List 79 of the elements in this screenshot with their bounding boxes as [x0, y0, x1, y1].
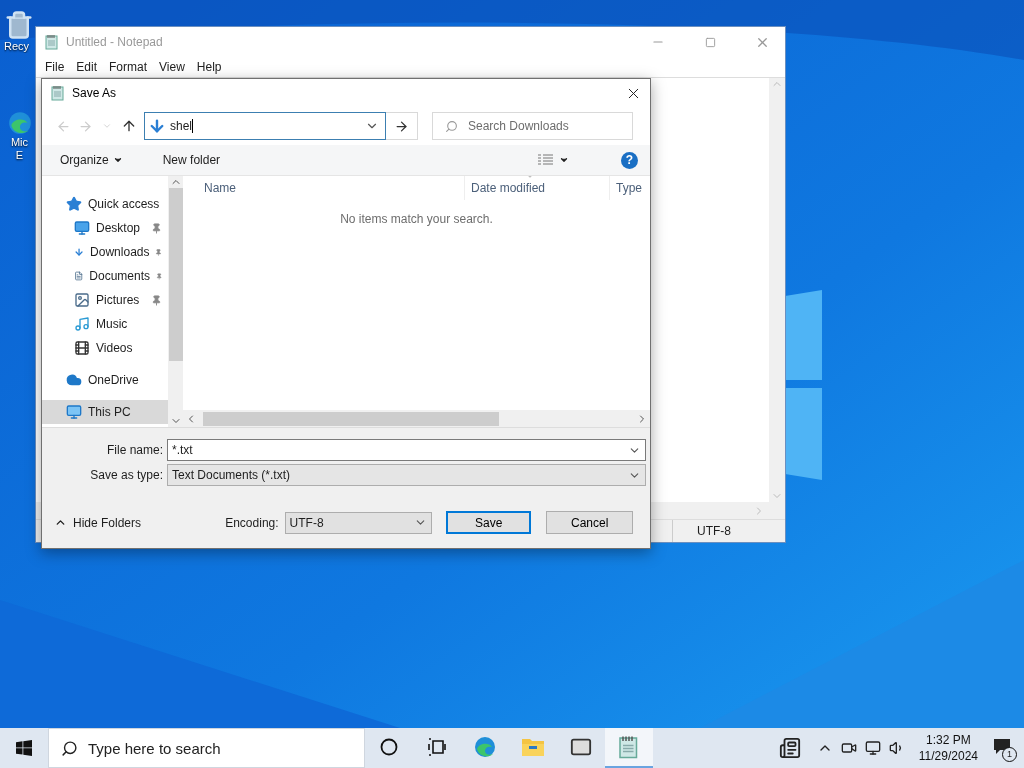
nav-item[interactable]: Pictures	[42, 288, 169, 312]
status-encoding: UTF-8	[672, 520, 785, 542]
download-icon	[148, 117, 166, 135]
encoding-label: Encoding:	[225, 515, 279, 530]
film-icon	[74, 340, 90, 356]
desktop-icon-label: E	[15, 149, 24, 162]
dialog-button[interactable]: Cancel	[546, 511, 633, 534]
column-header[interactable]: Name	[183, 176, 465, 200]
list-view-icon	[537, 154, 555, 166]
file-type-select[interactable]: Text Documents (*.txt)	[167, 464, 646, 486]
column-header[interactable]: Date modified	[465, 176, 610, 200]
notification-icon[interactable]	[992, 737, 1012, 755]
nav-item[interactable]: This PC	[42, 400, 169, 424]
notification-count: 1	[1002, 747, 1017, 762]
empty-message: No items match your search.	[340, 212, 493, 226]
music-icon	[74, 316, 90, 332]
scroll-thumb[interactable]	[203, 411, 499, 426]
computer-icon	[66, 404, 82, 420]
field-label: Save as type:	[89, 468, 164, 482]
arrow-right-icon	[394, 118, 409, 134]
scrollbar[interactable]	[183, 410, 650, 427]
nav-item[interactable]: Videos	[42, 336, 169, 360]
clock[interactable]: 1:32 PM 11/29/2024	[918, 732, 978, 764]
scrollbar[interactable]	[168, 176, 183, 427]
news-icon[interactable]	[778, 737, 801, 759]
column-header[interactable]: Type	[610, 176, 650, 200]
search-icon	[61, 739, 78, 757]
menu-item[interactable]: Edit	[70, 60, 104, 74]
search-icon	[445, 119, 458, 133]
new-folder-button[interactable]: New folder	[156, 148, 227, 172]
recycle-bin-icon[interactable]	[4, 10, 34, 40]
field-label: File name:	[105, 443, 164, 457]
menu-item[interactable]: Format	[103, 60, 154, 74]
address-text: shel	[170, 119, 193, 133]
window-title: Untitled - Notepad	[66, 35, 164, 49]
cloud-icon	[66, 372, 82, 388]
address-field[interactable]: shel	[144, 112, 386, 140]
browser-icon	[473, 735, 497, 759]
folder-icon	[521, 736, 545, 758]
nav-item[interactable]: Music	[42, 312, 169, 336]
caret-icon	[559, 155, 569, 165]
menu-item[interactable]: Help	[190, 60, 228, 74]
camera-icon[interactable]	[840, 740, 857, 756]
scroll-thumb[interactable]	[168, 188, 183, 361]
file-name-field[interactable]: *.txt	[167, 439, 646, 461]
nav-item[interactable]: Quick access	[42, 192, 169, 216]
taskbar-search-field[interactable]: Type here to search	[48, 728, 365, 768]
forward-arrow-icon	[77, 118, 93, 134]
notepad-icon	[50, 85, 66, 101]
encoding-select[interactable]: UTF-8	[284, 511, 432, 534]
organize-button[interactable]: Organize	[54, 148, 129, 172]
desktop-icon-label: Mic	[10, 136, 29, 149]
document-icon	[74, 268, 84, 284]
desktop-icon-label: Recy	[4, 40, 30, 53]
caret-icon	[102, 121, 112, 131]
browser-icon[interactable]	[6, 110, 33, 136]
nav-item[interactable]: Downloads	[42, 240, 169, 264]
search-field[interactable]: Search Downloads	[432, 112, 633, 140]
hide-folders-button[interactable]: Hide Folders	[54, 515, 214, 530]
mail-icon	[570, 736, 592, 758]
help-button[interactable]: ?	[621, 151, 638, 169]
scrollbar[interactable]	[769, 78, 785, 502]
nav-item[interactable]: OneDrive	[42, 368, 169, 392]
pictures-icon	[74, 292, 90, 308]
maximize-icon	[704, 36, 716, 48]
dialog-button[interactable]: Save	[445, 511, 532, 534]
nav-item[interactable]: Desktop	[42, 216, 169, 240]
caret-icon	[112, 155, 123, 165]
task-view-icon	[427, 738, 447, 756]
menu-item[interactable]: File	[39, 60, 71, 74]
go-button[interactable]	[386, 112, 418, 140]
nav-item[interactable]: Documents	[42, 264, 169, 288]
desktop-icon	[74, 220, 90, 236]
menu-item[interactable]: View	[153, 60, 191, 74]
star-icon	[66, 196, 82, 212]
cortana-icon	[380, 738, 398, 756]
notepad-icon	[44, 34, 60, 50]
start-icon	[16, 740, 32, 756]
dialog-title: Save As	[72, 86, 118, 100]
